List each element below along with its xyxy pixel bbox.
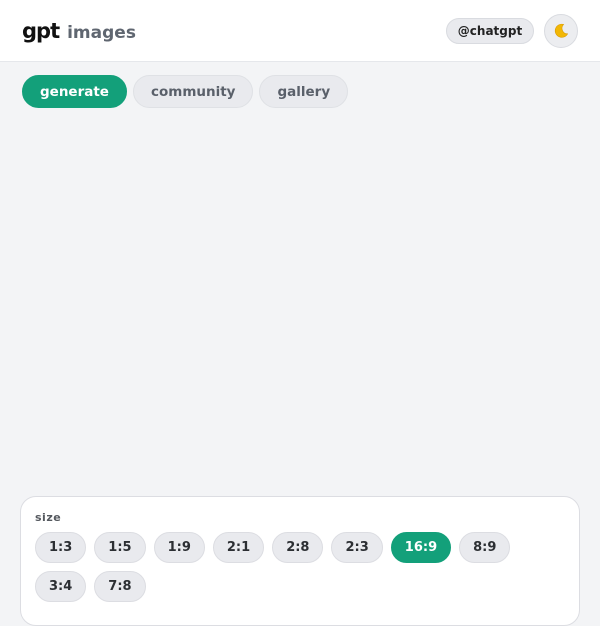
tab-gallery[interactable]: gallery — [259, 75, 349, 108]
mode-tabs: generate community gallery — [22, 75, 349, 108]
size-option-2-3[interactable]: 2:3 — [331, 532, 383, 563]
moon-icon — [554, 23, 569, 38]
app-header: gpt images @chatgpt — [0, 0, 600, 62]
handle-button[interactable]: @chatgpt — [446, 18, 534, 44]
size-label: size — [35, 511, 62, 524]
size-option-7-8[interactable]: 7:8 — [94, 571, 146, 602]
size-option-2-8[interactable]: 2:8 — [272, 532, 324, 563]
size-option-2-1[interactable]: 2:1 — [212, 532, 265, 563]
size-option-1-3[interactable]: 1:3 — [35, 532, 87, 563]
tab-generate[interactable]: generate — [22, 75, 127, 108]
size-option-1-5[interactable]: 1:5 — [94, 532, 146, 563]
size-option-1-9[interactable]: 1:9 — [153, 532, 205, 563]
size-option-8-9[interactable]: 8:9 — [459, 532, 511, 563]
size-option-3-4[interactable]: 3:4 — [35, 571, 87, 602]
size-option-16-9[interactable]: 16:9 — [390, 532, 452, 563]
logo-wordmark: gpt — [22, 19, 60, 43]
logo-subtitle: images — [67, 23, 136, 43]
theme-toggle-button[interactable] — [544, 14, 578, 48]
logo[interactable]: gpt images — [22, 19, 136, 43]
size-options: 1:3 1:5 1:9 2:1 2:8 2:3 16:9 8:9 3:4 7:8 — [35, 532, 565, 602]
tab-community[interactable]: community — [132, 75, 254, 108]
size-panel: size 1:3 1:5 1:9 2:1 2:8 2:3 16:9 8:9 3:… — [20, 496, 580, 626]
